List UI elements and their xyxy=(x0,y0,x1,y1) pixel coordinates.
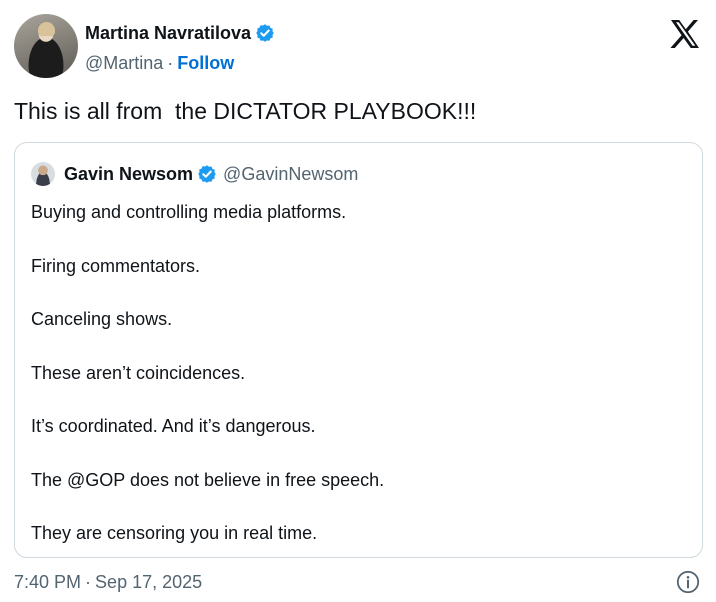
quoted-line: Buying and controlling media platforms. xyxy=(31,202,347,222)
quoted-line: Canceling shows. xyxy=(31,309,173,329)
verified-badge-icon xyxy=(256,24,274,42)
verified-badge-icon xyxy=(198,165,216,183)
tweet-header: Martina Navratilova @Martina · Follow xyxy=(14,14,702,80)
author-handle[interactable]: @Martina xyxy=(85,53,163,74)
timestamp-time: 7:40 PM xyxy=(14,572,82,592)
tweet-text: This is all from the DICTATOR PLAYBOOK!!… xyxy=(14,98,477,124)
quoted-line: It’s coordinated. And it’s dangerous. xyxy=(31,416,316,436)
avatar-hair xyxy=(38,22,55,36)
x-logo-icon[interactable] xyxy=(670,20,700,48)
quoted-body: Buying and controlling media platforms. … xyxy=(31,201,384,576)
quoted-line: They are censoring you in real time. xyxy=(31,523,318,543)
quoted-tweet[interactable]: Gavin Newsom @GavinNewsom Buying and con… xyxy=(14,142,703,558)
author-avatar[interactable] xyxy=(14,14,78,78)
quoted-line: These aren’t coincidences. xyxy=(31,362,246,383)
separator-dot: · xyxy=(85,572,92,592)
separator-dot: · xyxy=(167,52,174,73)
quoted-header: Gavin Newsom @GavinNewsom xyxy=(31,161,358,187)
quoted-line: The @GOP does not believe in free speech… xyxy=(31,469,385,490)
quoted-display-name: Gavin Newsom xyxy=(64,163,194,184)
follow-button[interactable]: Follow xyxy=(177,53,234,74)
author-handle-row: @Martina · Follow xyxy=(85,52,234,74)
author-name-row: Martina Navratilova xyxy=(85,22,275,44)
quoted-avatar xyxy=(31,162,55,186)
timestamp-date: Sep 17, 2025 xyxy=(95,572,203,592)
author-display-name[interactable]: Martina Navratilova xyxy=(85,23,251,44)
quoted-line: Firing commentators. xyxy=(31,255,201,276)
quoted-handle: @GavinNewsom xyxy=(223,163,359,184)
tweet-timestamp[interactable]: 7:40 PM · Sep 17, 2025 xyxy=(14,572,202,593)
info-icon[interactable] xyxy=(676,570,700,594)
